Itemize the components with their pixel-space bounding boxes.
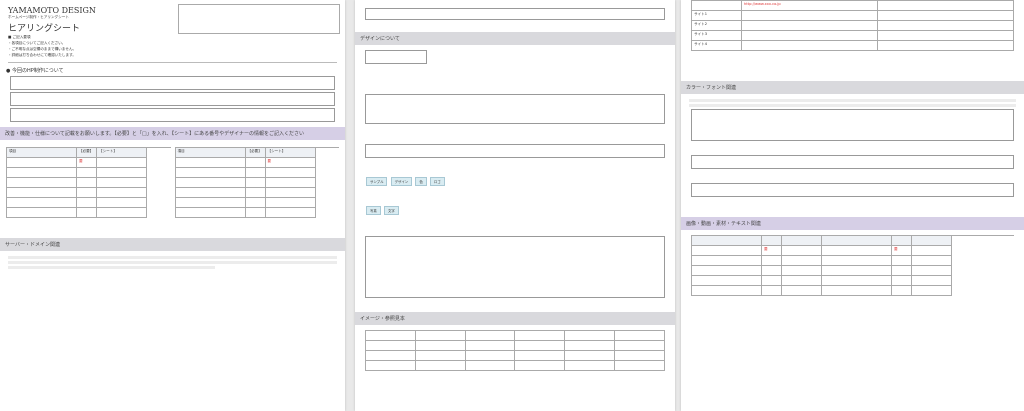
materials-table[interactable]: 要要 [691,235,1014,296]
divider [8,62,337,63]
site-row: サイト3 [692,31,742,41]
answer-box-2[interactable] [10,92,335,106]
page-2: デザインについて サンプル デザイン 色 ロゴ 写真 文字 イメージ・参照見本 [355,0,675,411]
text-line [689,104,1016,107]
page-3: http://www.xxx.co.jp サイト1 サイト2 サイト3 サイト4… [681,0,1024,411]
section-image: イメージ・参照見本 [355,312,675,325]
answer-box-large[interactable] [365,94,665,124]
answer-box-large[interactable] [365,236,665,298]
reference-site-table[interactable]: http://www.xxx.co.jp サイト1 サイト2 サイト3 サイト4 [691,0,1014,51]
section-features: 改善・機能・仕様について記載をお願いします。【必要】と「□」を入れ、【シート】に… [0,127,345,140]
site-row: サイト1 [692,11,742,21]
note-1: ・各項目についてご記入ください。 [8,41,66,45]
option-pill[interactable]: 文字 [383,206,399,215]
answer-box-1[interactable] [10,76,335,90]
th: 【必要】 [77,148,97,158]
answer-box[interactable] [691,183,1014,197]
site-row: サイト4 [692,41,742,51]
answer-box-3[interactable] [10,108,335,122]
th: 【必要】 [245,148,266,158]
option-pill[interactable]: デザイン [390,177,413,186]
answer-box[interactable] [365,144,665,158]
note-2: ・ご不明な点は空欄のままで構いません。 [8,47,77,51]
site-url: http://www.xxx.co.jp [742,1,878,11]
section-materials: 画像・動画・素材・テキスト関連 [681,217,1024,230]
option-pill[interactable]: ロゴ [429,177,445,186]
answer-box[interactable] [365,50,427,64]
th: 【シート】 [265,148,316,158]
answer-box[interactable] [691,155,1014,169]
image-option-grid[interactable] [365,330,665,371]
text-line [8,266,215,269]
client-info-table[interactable] [178,4,340,34]
color-table[interactable] [691,109,1014,141]
features-table-right[interactable]: 項目 【必要】 【シート】 要 [174,147,339,218]
text-line [8,256,337,259]
site-row: サイト2 [692,21,742,31]
th: 【シート】 [97,148,147,158]
features-table-left[interactable]: 項目 【必要】 【シート】 要 [6,147,171,218]
option-pill[interactable]: サンプル [366,177,388,186]
cell: 要 [265,158,316,168]
pill-row[interactable]: 写真 文字 [365,205,665,216]
th: 項目 [7,148,77,158]
option-pill[interactable]: 色 [415,177,427,186]
cell: 要 [762,246,782,256]
section-server: サーバー・ドメイン関連 [0,238,345,251]
section-color-font: カラー・フォント関連 [681,81,1024,94]
answer-box[interactable] [365,8,665,20]
cell: 要 [77,158,97,168]
cell: 要 [892,246,912,256]
text-line [689,99,1016,102]
option-pill[interactable]: 写真 [366,206,381,215]
notes-title: ■ ご記入要項 [8,35,31,39]
section-hp: 今回のHP制作について [6,67,339,74]
th: 項目 [175,148,246,158]
text-line [8,261,337,264]
note-3: ・詳細は打ち合わせにて確認いたします。 [8,53,76,57]
page-1: YAMAMOTO DESIGN ホームページ制作・ヒアリングシート ヒアリングシ… [0,0,345,411]
section-design: デザインについて [355,32,675,45]
pill-row[interactable]: サンプル デザイン 色 ロゴ [365,176,665,187]
